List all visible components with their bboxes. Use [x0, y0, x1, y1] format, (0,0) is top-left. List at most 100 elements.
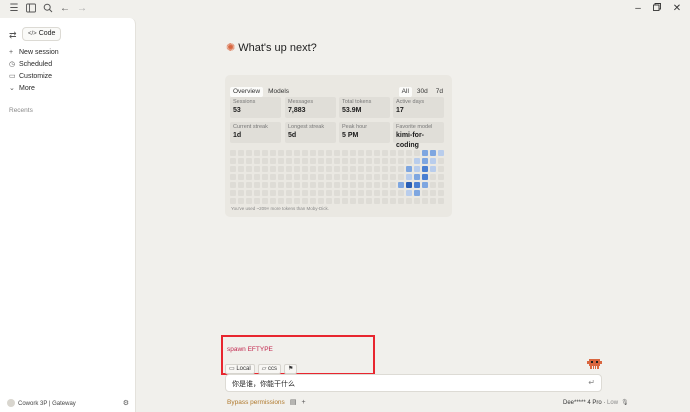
heatmap-cell: [430, 150, 436, 156]
heatmap-cell: [382, 150, 388, 156]
chip-ccs[interactable]: ▱ ccs: [257, 364, 281, 374]
heatmap-cell: [366, 182, 372, 188]
forward-arrow-icon[interactable]: →: [76, 3, 88, 15]
heatmap-cell: [262, 150, 268, 156]
heatmap-cell: [398, 182, 404, 188]
gear-icon[interactable]: ⚙: [123, 398, 129, 410]
enter-icon[interactable]: ↵: [588, 378, 595, 387]
heatmap-cell: [230, 150, 236, 156]
heatmap-cell: [286, 174, 292, 180]
heatmap-cell: [238, 150, 244, 156]
code-mode-chip[interactable]: </> Code: [22, 27, 62, 41]
heatmap-cell: [382, 158, 388, 164]
tab-overview[interactable]: Overview: [230, 87, 264, 97]
heatmap-cell: [374, 166, 380, 172]
heatmap-cell: [326, 174, 332, 180]
heatmap-cell: [238, 174, 244, 180]
heatmap-cell: [406, 150, 412, 156]
range-7d[interactable]: 7d: [433, 87, 446, 97]
prompt-input[interactable]: 你是谁，你能干什么 ↵: [225, 374, 602, 392]
heatmap-cell: [422, 198, 428, 204]
folder-icon: ▱: [261, 366, 267, 372]
sidebar-item-scheduled[interactable]: ◷ Scheduled: [9, 59, 52, 70]
model-selector[interactable]: Dee***** 4 Pro · Low 🎙: [563, 398, 629, 408]
heatmap-cell: [326, 182, 332, 188]
heatmap-cell: [262, 198, 268, 204]
heatmap-cell: [294, 182, 300, 188]
spawn-error-text: spawn EFTYPE: [227, 346, 273, 353]
heatmap-cell: [318, 174, 324, 180]
tab-models[interactable]: Models: [265, 87, 292, 97]
heatmap-cell: [390, 150, 396, 156]
heatmap-cell: [294, 198, 300, 204]
sidebar-panel-icon[interactable]: [25, 3, 37, 15]
heatmap-cell: [246, 150, 252, 156]
chip-local[interactable]: ▭ Local: [225, 364, 255, 374]
heatmap-cell: [294, 150, 300, 156]
heatmap-cell: [358, 158, 364, 164]
flag-icon: ⚑: [287, 366, 294, 372]
heatmap-cell: [382, 174, 388, 180]
search-icon[interactable]: [42, 3, 54, 15]
document-icon[interactable]: ▤: [290, 399, 297, 406]
heatmap-cell: [430, 158, 436, 164]
menu-icon[interactable]: ☰: [8, 3, 20, 15]
plus-icon[interactable]: +: [301, 399, 305, 406]
heatmap-cell: [286, 182, 292, 188]
heatmap-cell: [422, 174, 428, 180]
chip-flag[interactable]: ⚑: [283, 364, 298, 374]
heatmap-cell: [366, 158, 372, 164]
sidebar-item-new-session[interactable]: + New session: [9, 47, 59, 58]
swap-icon[interactable]: ⇄: [9, 30, 17, 41]
back-arrow-icon[interactable]: ←: [59, 3, 71, 15]
heatmap-cell: [422, 150, 428, 156]
heatmap-cell: [230, 166, 236, 172]
heatmap-cell: [342, 158, 348, 164]
heatmap-cell: [398, 150, 404, 156]
sidebar-item-more[interactable]: ⌄ More: [9, 83, 35, 94]
heatmap-cell: [334, 150, 340, 156]
heatmap-cell: [438, 174, 444, 180]
avatar: [7, 399, 15, 408]
briefcase-icon: ▭: [9, 73, 16, 80]
heatmap-cell: [390, 158, 396, 164]
stat-peak-hour: Peak hour 5 PM: [339, 122, 390, 143]
heatmap-cell: [318, 166, 324, 172]
heatmap-cell: [406, 190, 412, 196]
range-30d[interactable]: 30d: [414, 87, 431, 97]
heatmap-cell: [310, 190, 316, 196]
heatmap-cell: [254, 174, 260, 180]
heatmap-cell: [294, 190, 300, 196]
code-brackets-icon: </>: [28, 31, 37, 37]
title-bar: ☰ ← → – ✕: [0, 0, 690, 18]
heatmap-cell: [270, 166, 276, 172]
heatmap-cell: [438, 150, 444, 156]
heatmap-cell: [414, 190, 420, 196]
heatmap-cell: [406, 198, 412, 204]
heatmap-cell: [286, 166, 292, 172]
sidebar-item-customize[interactable]: ▭ Customize: [9, 71, 52, 82]
heatmap-cell: [366, 174, 372, 180]
heatmap-cell: [254, 158, 260, 164]
heatmap-cell: [294, 158, 300, 164]
heatmap-cell: [334, 198, 340, 204]
microphone-icon[interactable]: 🎙: [621, 400, 629, 406]
minimize-icon[interactable]: –: [631, 2, 645, 16]
close-icon[interactable]: ✕: [670, 2, 684, 16]
heatmap-cell: [230, 198, 236, 204]
heatmap-cell: [414, 174, 420, 180]
plus-icon: +: [9, 49, 14, 56]
range-all[interactable]: All: [398, 87, 412, 97]
heatmap-cell: [390, 182, 396, 188]
heatmap-cell: [438, 190, 444, 196]
bottom-toolbar: Bypass permissions ▤ +: [227, 398, 311, 408]
account-footer[interactable]: Cowork 3P | Gateway ⚙: [7, 398, 129, 410]
heatmap-cell: [302, 182, 308, 188]
stat-sessions: Sessions 53: [230, 97, 281, 118]
bypass-permissions-button[interactable]: Bypass permissions: [227, 399, 285, 406]
heatmap-cell: [414, 182, 420, 188]
heatmap-cell: [326, 150, 332, 156]
restore-icon[interactable]: [650, 2, 664, 16]
context-chips: ▭ Local ▱ ccs ⚑: [225, 357, 300, 374]
heatmap-cell: [286, 158, 292, 164]
